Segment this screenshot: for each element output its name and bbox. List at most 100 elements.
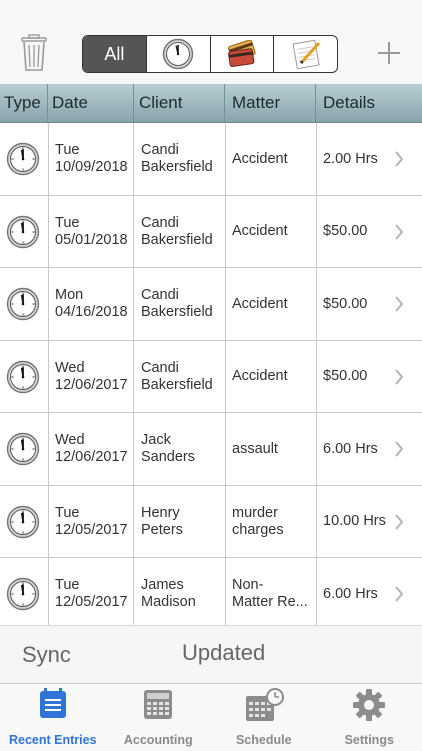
clock-icon	[0, 413, 48, 485]
details-cell: 2.00 Hrs	[316, 123, 422, 195]
matter-cell: Accident	[225, 341, 316, 413]
date-cell: Wed 12/06/2017	[48, 341, 134, 413]
column-header-matter: Matter	[225, 84, 316, 122]
matter-line-1: Non-	[232, 577, 308, 594]
chevron-right-icon[interactable]	[394, 224, 404, 240]
date-cell: Tue 12/05/2017	[48, 486, 134, 558]
plus-icon[interactable]	[372, 36, 406, 70]
entry-details: 10.00 Hrs	[323, 513, 386, 530]
tab-label: Accounting	[106, 733, 212, 747]
client-last-name: Bakersfield	[141, 377, 213, 394]
entry-details: $50.00	[323, 223, 367, 240]
matter-line-1: murder	[232, 505, 284, 522]
matter-line-1: assault	[232, 441, 278, 458]
entry-day: Mon	[55, 287, 128, 304]
tab-label: Schedule	[211, 733, 317, 747]
matter-line-2: Matter Re...	[232, 594, 308, 611]
clock-icon	[0, 123, 48, 195]
table-row[interactable]: Tue 12/05/2017 Henry Peters murder charg…	[0, 486, 422, 559]
date-cell: Tue 10/09/2018	[48, 123, 134, 195]
tab-settings[interactable]: Settings	[317, 684, 422, 751]
client-first-name: Jack	[141, 432, 195, 449]
filter-all-button[interactable]: All	[83, 36, 147, 72]
client-last-name: Sanders	[141, 449, 195, 466]
details-cell: 6.00 Hrs	[316, 413, 422, 485]
matter-cell: assault	[225, 413, 316, 485]
entry-details: 2.00 Hrs	[323, 151, 378, 168]
client-first-name: Candi	[141, 215, 213, 232]
client-last-name: Bakersfield	[141, 159, 213, 176]
entry-day: Wed	[55, 360, 128, 377]
table-row[interactable]: Tue 10/09/2018 Candi Bakersfield Acciden…	[0, 123, 422, 196]
tab-recent-entries[interactable]: Recent Entries	[0, 684, 106, 751]
entry-date: 12/05/2017	[55, 594, 128, 611]
chevron-right-icon[interactable]	[394, 514, 404, 530]
client-last-name: Madison	[141, 594, 196, 611]
credit-cards-icon	[225, 40, 259, 68]
date-cell: Wed 12/06/2017	[48, 413, 134, 485]
client-cell: Henry Peters	[134, 486, 225, 558]
entry-day: Tue	[55, 505, 128, 522]
entry-details: $50.00	[323, 296, 367, 313]
tab-label: Settings	[317, 733, 422, 747]
tab-schedule[interactable]: Schedule	[211, 684, 317, 751]
entry-details: $50.00	[323, 368, 367, 385]
matter-cell: murder charges	[225, 486, 316, 558]
column-header-date: Date	[48, 84, 134, 122]
table-row[interactable]: Wed 12/06/2017 Jack Sanders assault 6.00…	[0, 413, 422, 486]
matter-cell: Accident	[225, 196, 316, 268]
clock-icon	[0, 558, 48, 625]
client-first-name: Candi	[141, 360, 213, 377]
clock-icon	[162, 38, 194, 70]
clock-icon	[0, 486, 48, 558]
matter-cell: Non- Matter Re...	[225, 558, 316, 625]
entry-day: Tue	[55, 577, 128, 594]
chevron-right-icon[interactable]	[394, 151, 404, 167]
matter-line-2: charges	[232, 522, 284, 539]
chevron-right-icon[interactable]	[394, 296, 404, 312]
trash-icon[interactable]	[18, 34, 50, 72]
table-row[interactable]: Tue 05/01/2018 Candi Bakersfield Acciden…	[0, 196, 422, 269]
notepad-pencil-icon	[289, 39, 323, 69]
matter-line-1: Accident	[232, 151, 288, 168]
entry-date: 05/01/2018	[55, 232, 128, 249]
entry-type-filter: All	[82, 35, 338, 73]
client-cell: Candi Bakersfield	[134, 123, 225, 195]
filter-all-label: All	[104, 44, 124, 65]
entry-date: 12/05/2017	[55, 522, 128, 539]
entry-date: 12/06/2017	[55, 449, 128, 466]
matter-line-1: Accident	[232, 296, 288, 313]
table-row[interactable]: Mon 04/16/2018 Candi Bakersfield Acciden…	[0, 268, 422, 341]
entries-table: Tue 10/09/2018 Candi Bakersfield Acciden…	[0, 123, 422, 625]
filter-expense-button[interactable]	[211, 36, 275, 72]
filter-time-button[interactable]	[147, 36, 211, 72]
date-cell: Tue 05/01/2018	[48, 196, 134, 268]
client-first-name: Candi	[141, 287, 213, 304]
entry-date: 04/16/2018	[55, 304, 128, 321]
details-cell: 10.00 Hrs	[316, 486, 422, 558]
sync-button[interactable]: Sync	[22, 642, 71, 668]
clock-icon	[0, 341, 48, 413]
table-header: Type Date Client Matter Details	[0, 84, 422, 123]
calculator-icon	[143, 688, 173, 725]
filter-notes-button[interactable]	[274, 36, 337, 72]
table-row[interactable]: Tue 12/05/2017 James Madison Non- Matter…	[0, 558, 422, 625]
entry-day: Wed	[55, 432, 128, 449]
client-cell: Candi Bakersfield	[134, 341, 225, 413]
table-row[interactable]: Wed 12/06/2017 Candi Bakersfield Acciden…	[0, 341, 422, 414]
clock-icon	[0, 268, 48, 340]
top-toolbar: All	[0, 0, 422, 84]
chevron-right-icon[interactable]	[394, 586, 404, 602]
client-cell: Candi Bakersfield	[134, 196, 225, 268]
details-cell: $50.00	[316, 196, 422, 268]
chevron-right-icon[interactable]	[394, 369, 404, 385]
tab-accounting[interactable]: Accounting	[106, 684, 212, 751]
tab-bar: Recent Entries Accounting	[0, 683, 422, 751]
chevron-right-icon[interactable]	[394, 441, 404, 457]
client-first-name: Candi	[141, 142, 213, 159]
client-last-name: Bakersfield	[141, 304, 213, 321]
entry-details: 6.00 Hrs	[323, 586, 378, 603]
client-last-name: Bakersfield	[141, 232, 213, 249]
details-cell: 6.00 Hrs	[316, 558, 422, 625]
details-cell: $50.00	[316, 341, 422, 413]
